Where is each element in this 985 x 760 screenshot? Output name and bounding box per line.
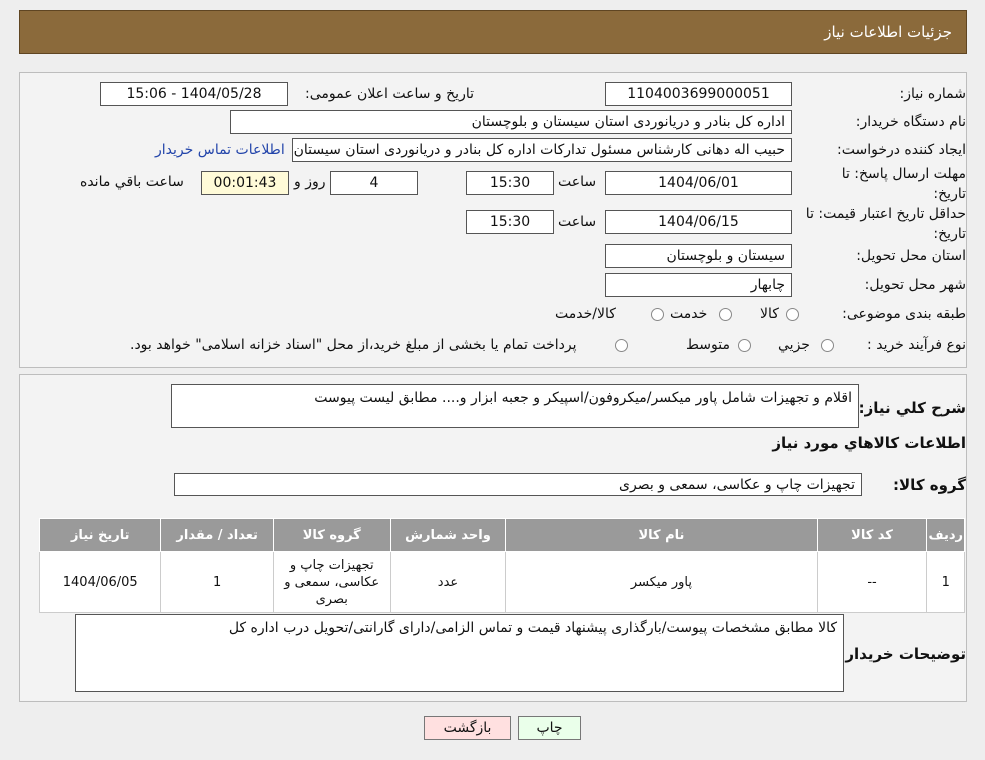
items-table-header: رديف کد کالا نام کالا واحد شمارش گروه کا… [38,518,965,552]
days-field: 4 [330,171,418,195]
deadline-time-label: ساعت [558,174,597,190]
need-number-field: 1104003699000051 [605,82,792,106]
item-group-field: تجهیزات چاپ و عکاسی، سمعی و بصری [174,473,862,496]
table-row: 1 -- پاور میکسر عدد تجهیزات چاپ و عکاسی،… [38,551,965,613]
cell-quantity: 1 [160,551,274,613]
items-table: رديف کد کالا نام کالا واحد شمارش گروه کا… [38,518,965,613]
category-radio-both[interactable] [651,308,664,321]
validity-time-label: ساعت [558,214,597,230]
process-radio-minor[interactable] [821,339,834,352]
buyer-contact-link[interactable]: اطلاعات تماس خریدار [155,142,285,158]
buyer-label: نام دستگاه خریدار: [855,114,966,130]
col-group: گروه کالا [272,518,391,552]
category-label: طبقه بندی موضوعی: [842,306,966,322]
city-field: چابهار [605,273,792,297]
col-date: تاریخ نیاز [38,518,162,552]
deadline-label: مهلت ارسال پاسخ: تا تاریخ: [841,166,966,202]
deadline-time-field: 15:30 [466,171,554,195]
process-label: نوع فرآیند خرید : [867,337,966,353]
buyer-notes-label: توضیحات خریدار: [839,645,966,663]
cell-code: -- [816,551,928,613]
print-button[interactable]: چاپ [518,716,581,740]
cell-date: 1404/06/05 [38,551,162,613]
cell-unit: عدد [389,551,507,613]
category-radio-goods[interactable] [786,308,799,321]
description-label: شرح کلي نياز: [858,399,966,417]
need-number-label: شماره نیاز: [899,86,967,102]
buyer-field: اداره کل بنادر و دریانوردی استان سیستان … [230,110,792,134]
announce-label: تاریخ و ساعت اعلان عمومی: [305,86,474,102]
category-option-goods: کالا [760,306,779,322]
items-section-title: اطلاعات کالاهاي مورد نياز [772,434,966,452]
validity-label: حداقل تاریخ اعتبار قیمت: تا تاریخ: [805,206,966,242]
col-name: نام کالا [505,518,818,552]
process-radio-medium[interactable] [738,339,751,352]
page-title: جزئیات اطلاعات نیاز [824,23,952,41]
validity-date-field: 1404/06/15 [605,210,792,234]
item-group-label: گروه کالا: [893,476,966,494]
col-quantity: تعداد / مقدار [160,518,274,552]
description-textarea[interactable]: اقلام و تجهیزات شامل پاور میکسر/میکروفون… [171,384,859,428]
province-field: سیستان و بلوچستان [605,244,792,268]
creator-field: حبیب اله دهانی کارشناس مسئول تدارکات ادا… [292,138,792,162]
announce-field: 1404/05/28 - 15:06 [100,82,288,106]
col-unit: واحد شمارش [389,518,507,552]
process-note: پرداخت تمام یا بخشی از مبلغ خرید،از محل … [130,337,577,353]
process-checkbox-treasury[interactable] [615,339,628,352]
page-header: جزئیات اطلاعات نیاز [19,10,967,54]
city-label: شهر محل تحویل: [864,277,966,293]
validity-time-field: 15:30 [466,210,554,234]
buyer-notes-textarea[interactable]: کالا مطابق مشخصات پیوست/بارگذاری پیشنهاد… [75,614,844,692]
col-row: رديف [926,518,965,552]
back-button[interactable]: بازگشت [424,716,511,740]
category-option-service: خدمت [670,306,708,322]
remaining-time-field: 00:01:43 [201,171,289,195]
creator-label: ایجاد کننده درخواست: [837,142,966,158]
col-code: کد کالا [816,518,928,552]
category-radio-service[interactable] [719,308,732,321]
process-option-minor: جزيي [778,337,810,353]
days-label: روز و [294,174,326,190]
cell-name: پاور میکسر [505,551,818,613]
remaining-label: ساعت باقي مانده [80,174,184,190]
province-label: استان محل تحویل: [856,248,966,264]
cell-row: 1 [926,551,965,613]
cell-group: تجهیزات چاپ و عکاسی، سمعی و بصری [272,551,391,613]
category-option-both: کالا/خدمت [555,306,616,322]
process-option-medium: متوسط [686,337,730,353]
deadline-date-field: 1404/06/01 [605,171,792,195]
